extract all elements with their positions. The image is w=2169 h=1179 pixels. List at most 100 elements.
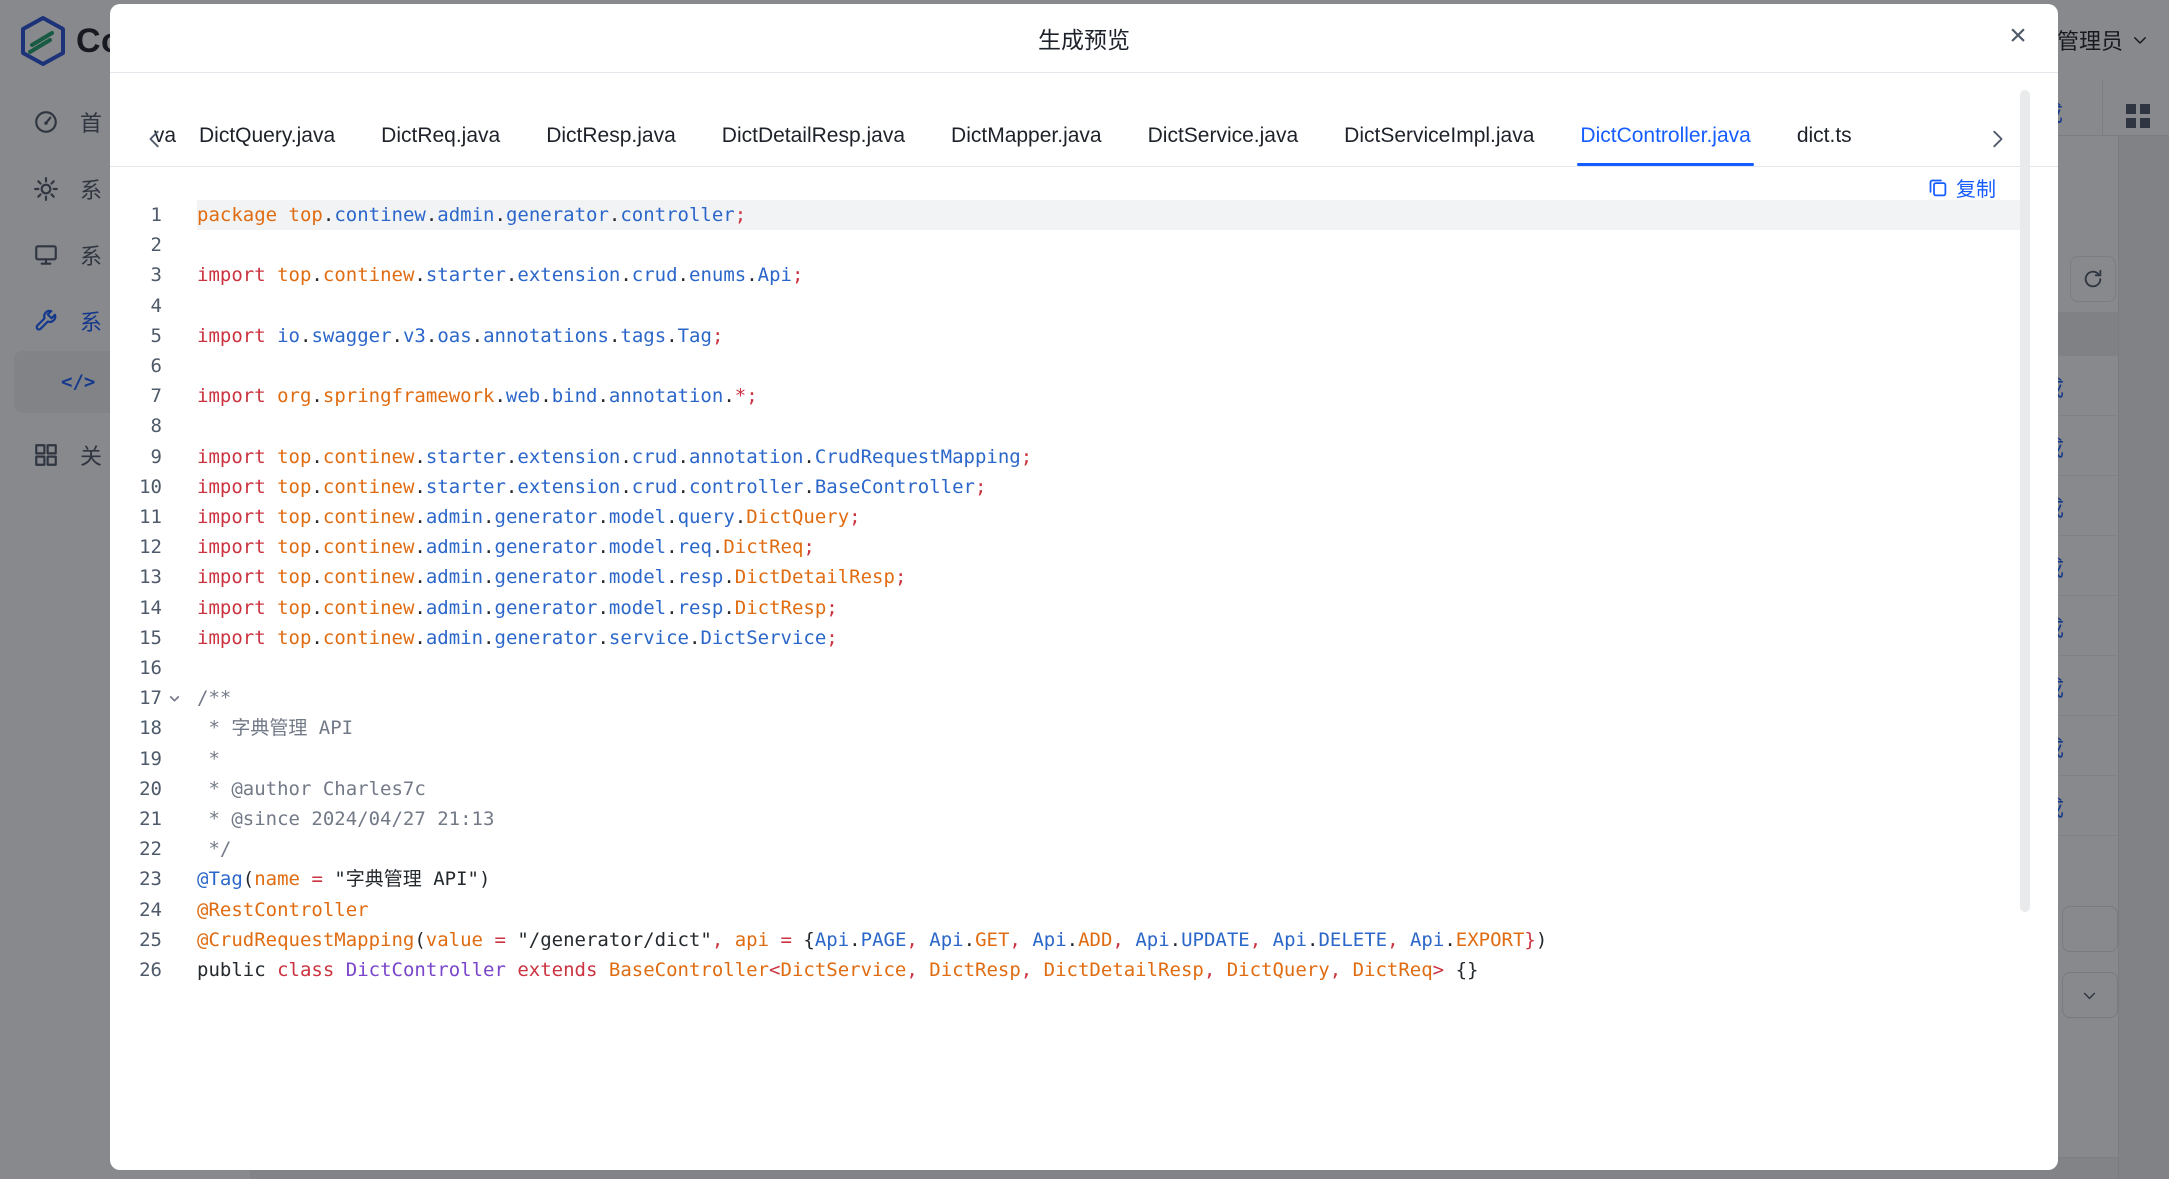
line-number: 9 <box>110 442 162 472</box>
code-line-content: import top.continew.admin.generator.mode… <box>197 502 2020 532</box>
tab-DictReq.java[interactable]: DictReq.java <box>358 124 523 166</box>
tab-DictQuery.java[interactable]: DictQuery.java <box>176 124 358 166</box>
code-line: 5import io.swagger.v3.oas.annotations.ta… <box>110 321 2020 351</box>
line-number: 11 <box>110 502 162 532</box>
code-line-content <box>197 411 2020 441</box>
tab-label: DictMapper.java <box>951 124 1102 147</box>
code-line-content <box>197 291 2020 321</box>
copy-button[interactable]: 复制 <box>1927 173 1996 202</box>
fold-gutter <box>162 623 197 653</box>
code-line: 10import top.continew.starter.extension.… <box>110 472 2020 502</box>
line-number: 7 <box>110 381 162 411</box>
code-line-content: @RestController <box>197 895 2020 925</box>
line-number: 22 <box>110 834 162 864</box>
code-line-content: */ <box>197 834 2020 864</box>
fold-gutter <box>162 260 197 290</box>
code-line-content: import org.springframework.web.bind.anno… <box>197 381 2020 411</box>
code-line: 26public class DictController extends Ba… <box>110 955 2020 985</box>
generate-preview-modal: 生成预览 × va DictQuery.javaDictReq.javaDict… <box>110 4 2058 1170</box>
tab-DictService.java[interactable]: DictService.java <box>1125 124 1322 166</box>
code-line-content: import top.continew.admin.generator.mode… <box>197 562 2020 592</box>
code-line: 17/** <box>110 683 2020 713</box>
code-line-content: public class DictController extends Base… <box>197 955 2020 985</box>
code-line-content: package top.continew.admin.generator.con… <box>197 200 2020 230</box>
tab-label: DictDetailResp.java <box>722 124 905 147</box>
code-line: 19 * <box>110 744 2020 774</box>
fold-gutter <box>162 200 197 230</box>
scrollbar-thumb[interactable] <box>2020 90 2030 912</box>
line-number: 3 <box>110 260 162 290</box>
line-number: 21 <box>110 804 162 834</box>
tabs-scroll-left-icon[interactable] <box>144 128 166 150</box>
code-line: 6 <box>110 351 2020 381</box>
fold-gutter <box>162 804 197 834</box>
code-line-content: /** <box>197 683 2020 713</box>
copy-label: 复制 <box>1956 173 1996 202</box>
tab-DictController.java[interactable]: DictController.java <box>1557 124 1773 166</box>
tab-list: DictQuery.java DictReq.java DictResp.java D… <box>176 124 1875 166</box>
tab-DictResp.java[interactable]: DictResp.java <box>523 124 699 166</box>
line-number: 19 <box>110 744 162 774</box>
tab-label: DictResp.java <box>546 124 676 147</box>
fold-gutter <box>162 351 197 381</box>
line-number: 2 <box>110 230 162 260</box>
modal-header: 生成预览 × <box>110 4 2058 73</box>
fold-gutter <box>162 895 197 925</box>
line-number: 1 <box>110 200 162 230</box>
line-number: 5 <box>110 321 162 351</box>
line-number: 16 <box>110 653 162 683</box>
tab-label: DictController.java <box>1580 124 1750 147</box>
line-number: 13 <box>110 562 162 592</box>
fold-gutter <box>162 321 197 351</box>
tab-label: DictService.java <box>1148 124 1299 147</box>
code-line: 7 import org.springframework.web.bind.ann… <box>110 381 2020 411</box>
code-line: 1 package top.continew.admin.generator.co… <box>110 200 2020 230</box>
tab-DictServiceImpl.java[interactable]: DictServiceImpl.java <box>1321 124 1557 166</box>
code-line: 22 */ <box>110 834 2020 864</box>
fold-gutter <box>162 230 197 260</box>
modal-title: 生成预览 <box>1038 21 1130 55</box>
fold-gutter <box>162 774 197 804</box>
code-line: 14import top.continew.admin.generator.mo… <box>110 593 2020 623</box>
line-number: 24 <box>110 895 162 925</box>
code-line-content: import top.continew.admin.generator.mode… <box>197 593 2020 623</box>
tab-DictMapper.java[interactable]: DictMapper.java <box>928 124 1125 166</box>
code-line: 2 <box>110 230 2020 260</box>
fold-gutter <box>162 291 197 321</box>
tab-label: DictReq.java <box>381 124 500 147</box>
fold-gutter <box>162 562 197 592</box>
line-number: 10 <box>110 472 162 502</box>
code-line: 4 <box>110 291 2020 321</box>
code-line: 20 * @author Charles7c <box>110 774 2020 804</box>
line-number: 8 <box>110 411 162 441</box>
fold-gutter <box>162 864 197 894</box>
code-block: 1 package top.continew.admin.generator.co… <box>110 200 2020 985</box>
fold-chevron-icon[interactable] <box>168 692 181 705</box>
line-number: 4 <box>110 291 162 321</box>
code-line: 15import top.continew.admin.generator.se… <box>110 623 2020 653</box>
code-line: 11 import top.continew.admin.generator.mo… <box>110 502 2020 532</box>
code-line-content: import top.continew.admin.generator.mode… <box>197 532 2020 562</box>
line-number: 18 <box>110 713 162 743</box>
code-line-content: @Tag(name = "字典管理 API") <box>197 864 2020 894</box>
code-line: 3import top.continew.starter.extension.c… <box>110 260 2020 290</box>
line-number: 6 <box>110 351 162 381</box>
fold-gutter <box>162 532 197 562</box>
code-line: 24 @RestController <box>110 895 2020 925</box>
fold-gutter <box>162 683 197 713</box>
fold-gutter <box>162 381 197 411</box>
close-icon[interactable]: × <box>2000 18 2036 54</box>
code-line-content: * @author Charles7c <box>197 774 2020 804</box>
tab-dict.ts[interactable]: dict.ts <box>1774 124 1875 166</box>
fold-gutter <box>162 411 197 441</box>
code-line: 12 import top.continew.admin.generator.mo… <box>110 532 2020 562</box>
line-number: 12 <box>110 532 162 562</box>
copy-icon <box>1927 177 1948 198</box>
tabs-scroll-right-icon[interactable] <box>1986 128 2008 150</box>
screen: Co 首系系系关 </> 管理员 成 成成成成成成成成 <box>0 0 2169 1179</box>
fold-gutter <box>162 744 197 774</box>
code-line-content: import top.continew.admin.generator.serv… <box>197 623 2020 653</box>
tab-label: DictQuery.java <box>199 124 335 147</box>
tab-DictDetailResp.java[interactable]: DictDetailResp.java <box>699 124 928 166</box>
tab-label: dict.ts <box>1797 124 1852 147</box>
